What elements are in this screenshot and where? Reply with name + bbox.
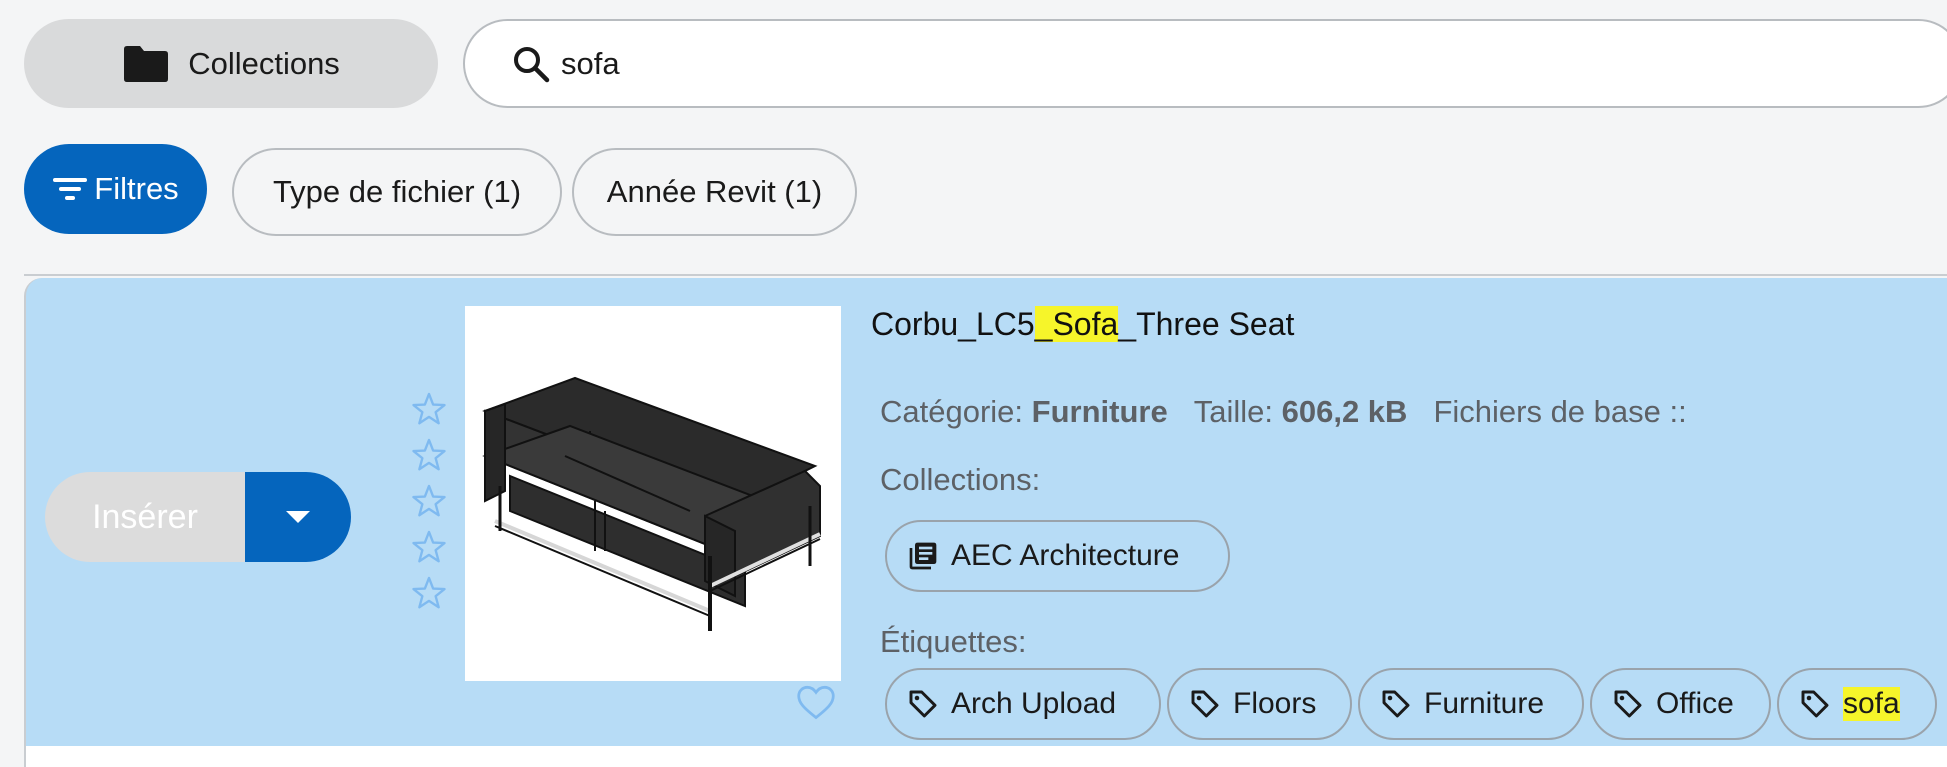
file-type-filter-label: Type de fichier (1)	[272, 174, 522, 209]
tag-icon	[1614, 690, 1642, 718]
search-input[interactable]	[561, 33, 1761, 94]
result-title-suffix: _Three Seat	[1118, 306, 1295, 342]
collections-button-label: Collections	[188, 45, 340, 81]
filters-button[interactable]: Filtres	[24, 144, 207, 234]
collection-chip-label: AEC Architecture	[951, 539, 1180, 572]
size-value: 606,2 kB	[1281, 394, 1408, 429]
sofa-thumbnail[interactable]	[465, 306, 841, 681]
size-field: Taille: 606,2 kB	[1194, 394, 1408, 430]
tag-label: Arch Upload	[951, 687, 1117, 720]
result-title[interactable]: Corbu_LC5_Sofa_Three Seat	[871, 306, 1294, 343]
tag-label: Furniture	[1424, 687, 1545, 720]
tag-icon	[1801, 690, 1829, 718]
tags-section-label: Étiquettes:	[880, 624, 1027, 659]
search-icon	[514, 46, 550, 82]
result-title-highlight: _Sofa	[1034, 306, 1119, 342]
tag-icon	[1382, 690, 1410, 718]
star-outline-icon[interactable]	[410, 574, 448, 612]
result-title-prefix: Corbu_LC5	[871, 306, 1035, 342]
caret-down-icon	[286, 511, 310, 523]
collections-button[interactable]: Collections	[24, 19, 438, 108]
tag-label: sofa	[1843, 687, 1900, 721]
category-value: Furniture	[1031, 394, 1168, 429]
star-outline-icon[interactable]	[410, 390, 448, 428]
category-field: Catégorie: Furniture	[880, 394, 1168, 430]
star-rating[interactable]	[410, 390, 448, 612]
tag-chip[interactable]: Arch Upload	[885, 668, 1161, 740]
tag-chip[interactable]: Office	[1590, 668, 1771, 740]
tag-label: Floors	[1233, 687, 1317, 720]
library-book-icon	[909, 542, 937, 570]
revit-year-filter-chip[interactable]: Année Revit (1)	[572, 148, 857, 236]
file-type-filter-chip[interactable]: Type de fichier (1)	[232, 148, 562, 236]
star-outline-icon[interactable]	[410, 436, 448, 474]
tag-chip[interactable]: Furniture	[1358, 668, 1584, 740]
size-label: Taille:	[1193, 394, 1273, 429]
tag-chip[interactable]: Floors	[1167, 668, 1352, 740]
star-outline-icon[interactable]	[410, 482, 448, 520]
sofa-image	[482, 376, 821, 631]
collections-section-label: Collections:	[880, 462, 1041, 497]
search-box[interactable]	[463, 19, 1947, 108]
tag-label: Office	[1656, 687, 1734, 720]
insert-dropdown-button[interactable]	[245, 472, 351, 562]
tag-icon	[1191, 690, 1219, 718]
revit-year-filter-label: Année Revit (1)	[606, 174, 823, 209]
tag-chip[interactable]: sofa	[1777, 668, 1937, 740]
insert-button[interactable]: Insérer	[45, 472, 245, 562]
star-outline-icon[interactable]	[410, 528, 448, 566]
filters-button-label: Filtres	[94, 171, 179, 206]
result-meta: Catégorie: Furniture Taille: 606,2 kB Fi…	[880, 394, 1687, 430]
folder-icon	[124, 45, 169, 82]
heart-outline-icon[interactable]	[795, 683, 837, 721]
results-divider	[24, 274, 1947, 276]
next-result-card	[24, 746, 1947, 767]
category-label: Catégorie:	[880, 394, 1024, 429]
base-files-label: Fichiers de base ::	[1433, 394, 1687, 429]
collection-chip[interactable]: AEC Architecture	[885, 520, 1230, 592]
insert-split-button[interactable]: Insérer	[45, 472, 351, 562]
insert-button-label: Insérer	[92, 497, 198, 536]
filter-lines-icon	[53, 178, 88, 200]
tag-icon	[909, 690, 937, 718]
